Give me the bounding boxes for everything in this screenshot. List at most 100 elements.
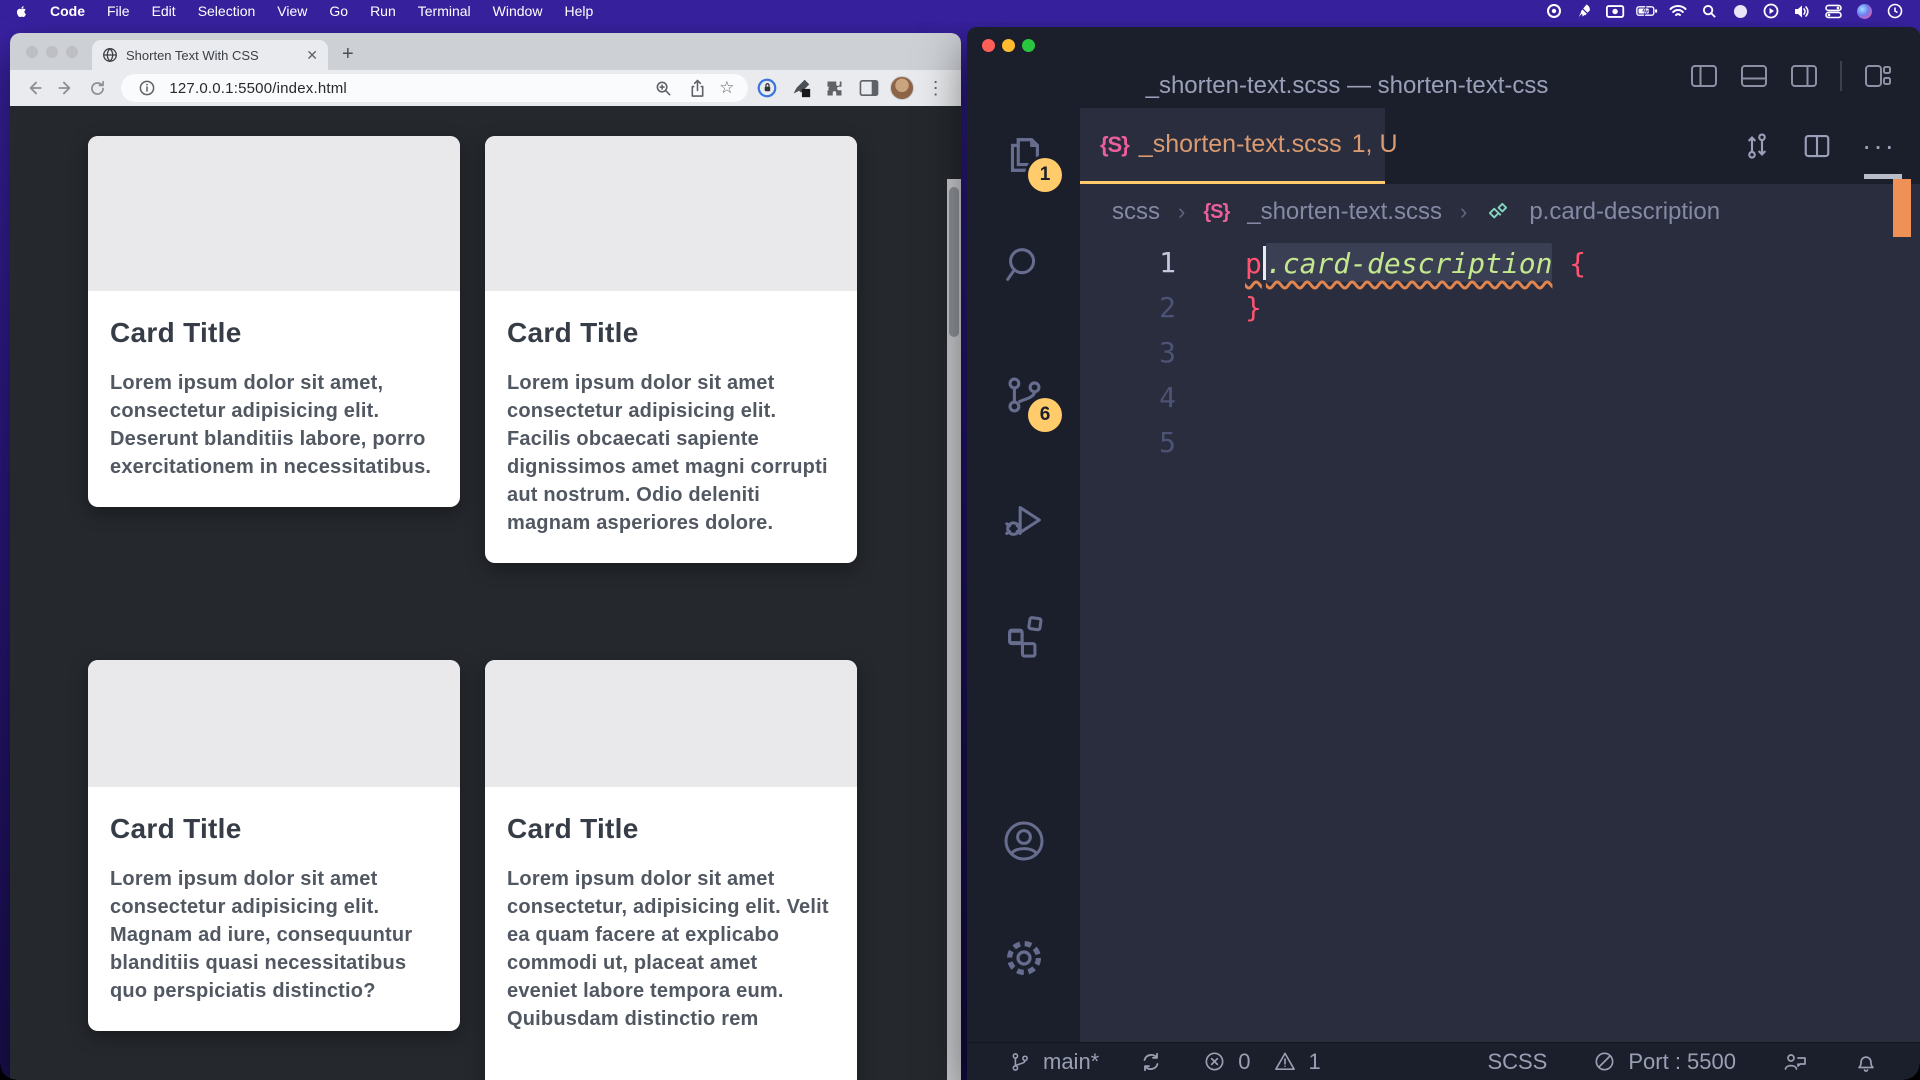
minimize-window-button[interactable] xyxy=(46,46,58,58)
chevron-right-icon: › xyxy=(1178,199,1185,225)
close-window-button[interactable] xyxy=(982,39,995,52)
sync-status-item[interactable] xyxy=(1139,1050,1163,1074)
accounts-icon[interactable] xyxy=(967,796,1080,886)
screen-time-icon[interactable] xyxy=(1760,2,1782,20)
card-image-placeholder xyxy=(88,136,460,291)
browser-scrollbar[interactable] xyxy=(947,179,961,1080)
menu-status-icons xyxy=(1543,2,1906,20)
screen-corner xyxy=(1904,1064,1920,1080)
editor-tab[interactable]: {S} _shorten-text.scss 1, U xyxy=(1080,108,1385,184)
explorer-badge: 1 xyxy=(1028,158,1062,192)
split-editor-icon[interactable] xyxy=(1802,131,1832,161)
menu-item-run[interactable]: Run xyxy=(359,3,407,19)
tab-close-icon[interactable]: ✕ xyxy=(306,48,318,62)
menu-app-name[interactable]: Code xyxy=(39,3,96,19)
breadcrumb-folder[interactable]: scss xyxy=(1112,198,1160,226)
card-description: Lorem ipsum dolor sit amet consectetur a… xyxy=(110,865,436,1005)
card: Card Title Lorem ipsum dolor sit amet co… xyxy=(88,660,460,1031)
language-label: SCSS xyxy=(1487,1049,1547,1075)
more-actions-icon[interactable]: ··· xyxy=(1862,130,1896,162)
menu-item-selection[interactable]: Selection xyxy=(187,3,267,19)
record-indicator-icon[interactable] xyxy=(1543,2,1565,20)
window-title: _shorten-text.scss — shorten-text-css xyxy=(1097,72,1597,100)
toggle-sidebar-icon[interactable] xyxy=(1690,64,1718,88)
control-center-icon[interactable] xyxy=(1822,2,1844,20)
side-panel-icon[interactable] xyxy=(854,74,884,102)
titlebar-separator xyxy=(1840,61,1842,91)
card-image-placeholder xyxy=(485,136,857,291)
menu-item-terminal[interactable]: Terminal xyxy=(407,3,482,19)
breadcrumb-symbol[interactable]: p.card-description xyxy=(1529,198,1720,226)
breadcrumb-file[interactable]: _shorten-text.scss xyxy=(1247,198,1442,226)
extensions-puzzle-icon[interactable] xyxy=(820,74,850,102)
browser-menu-icon[interactable]: ⋮ xyxy=(921,74,951,102)
feedback-icon[interactable] xyxy=(1782,1050,1808,1074)
menu-item-help[interactable]: Help xyxy=(553,3,604,19)
card-image-placeholder xyxy=(88,660,460,787)
zoom-window-button[interactable] xyxy=(1022,39,1035,52)
customize-layout-icon[interactable] xyxy=(1864,64,1892,88)
card-description: Lorem ipsum dolor sit amet consectetur, … xyxy=(507,865,833,1033)
breadcrumbs: scss › {S} _shorten-text.scss › p.card-d… xyxy=(1080,184,1920,240)
source-control-icon[interactable] xyxy=(967,350,1080,440)
live-server-port-item[interactable]: Port : 5500 xyxy=(1593,1049,1736,1075)
editor-actions: ··· xyxy=(1742,130,1896,162)
do-not-disturb-icon[interactable] xyxy=(1729,2,1751,20)
site-info-icon[interactable] xyxy=(135,80,159,96)
extensions-icon[interactable] xyxy=(967,590,1080,680)
bookmark-star-icon[interactable]: ☆ xyxy=(719,78,734,98)
status-bar: main* 0 1 SCSS Port : 5500 xyxy=(967,1042,1920,1080)
run-debug-icon[interactable] xyxy=(967,475,1080,565)
url-text[interactable]: 127.0.0.1:5500/index.html xyxy=(169,80,641,97)
spotlight-search-icon[interactable] xyxy=(1698,2,1720,20)
address-bar[interactable]: 127.0.0.1:5500/index.html ☆ xyxy=(121,74,748,102)
password-manager-extension-icon[interactable] xyxy=(752,74,782,102)
apple-logo-icon[interactable] xyxy=(14,3,29,20)
volume-icon[interactable] xyxy=(1791,2,1813,20)
rocket-icon[interactable] xyxy=(1574,2,1596,20)
activity-bar: 1 6 xyxy=(967,108,1080,1042)
reload-button[interactable] xyxy=(84,74,112,102)
card: Card Title Lorem ipsum dolor sit amet co… xyxy=(485,136,857,563)
menu-item-go[interactable]: Go xyxy=(318,3,359,19)
browser-scrollbar-thumb[interactable] xyxy=(949,187,959,337)
toggle-panel-icon[interactable] xyxy=(1740,64,1768,88)
color-picker-extension-icon[interactable] xyxy=(786,74,816,102)
wifi-icon[interactable] xyxy=(1667,2,1689,20)
menu-item-window[interactable]: Window xyxy=(482,3,554,19)
battery-charging-icon[interactable] xyxy=(1636,2,1658,20)
new-tab-button[interactable]: + xyxy=(342,41,354,67)
toggle-secondary-sidebar-icon[interactable] xyxy=(1790,64,1818,88)
tab-title: Shorten Text With CSS xyxy=(126,48,298,63)
search-icon[interactable] xyxy=(967,220,1080,310)
menu-item-edit[interactable]: Edit xyxy=(141,3,187,19)
menu-item-file[interactable]: File xyxy=(96,3,141,19)
forward-button[interactable] xyxy=(52,74,80,102)
card-description: Lorem ipsum dolor sit amet consectetur a… xyxy=(507,369,833,537)
settings-gear-icon[interactable] xyxy=(967,913,1080,1003)
clock-icon[interactable] xyxy=(1884,2,1906,20)
explorer-icon[interactable] xyxy=(967,110,1080,200)
symbol-icon xyxy=(1485,199,1511,225)
share-icon[interactable] xyxy=(685,79,709,98)
problems-status-item[interactable]: 0 1 xyxy=(1203,1049,1321,1075)
code-editor[interactable]: 1 p.card-description { 2 } 3 4 5 xyxy=(1080,240,1920,1042)
browser-tab[interactable]: Shorten Text With CSS ✕ xyxy=(92,40,328,70)
open-changes-icon[interactable] xyxy=(1742,131,1772,161)
profile-avatar[interactable] xyxy=(888,74,918,102)
warning-count: 1 xyxy=(1309,1049,1321,1075)
zoom-page-icon[interactable] xyxy=(651,80,675,97)
notifications-bell-icon[interactable] xyxy=(1854,1050,1878,1074)
screen-mirroring-icon[interactable] xyxy=(1605,2,1627,20)
zoom-window-button[interactable] xyxy=(66,46,78,58)
minimize-window-button[interactable] xyxy=(1002,39,1015,52)
vscode-title-bar: _shorten-text.scss — shorten-text-css xyxy=(967,27,1920,108)
close-window-button[interactable] xyxy=(26,46,38,58)
macos-menu-bar: Code File Edit Selection View Go Run Ter… xyxy=(0,0,1920,22)
language-mode-item[interactable]: SCSS xyxy=(1487,1049,1547,1075)
layout-controls xyxy=(1690,61,1892,91)
back-button[interactable] xyxy=(20,74,48,102)
siri-icon[interactable] xyxy=(1853,2,1875,20)
menu-item-view[interactable]: View xyxy=(266,3,318,19)
branch-status-item[interactable]: main* xyxy=(1009,1049,1099,1075)
